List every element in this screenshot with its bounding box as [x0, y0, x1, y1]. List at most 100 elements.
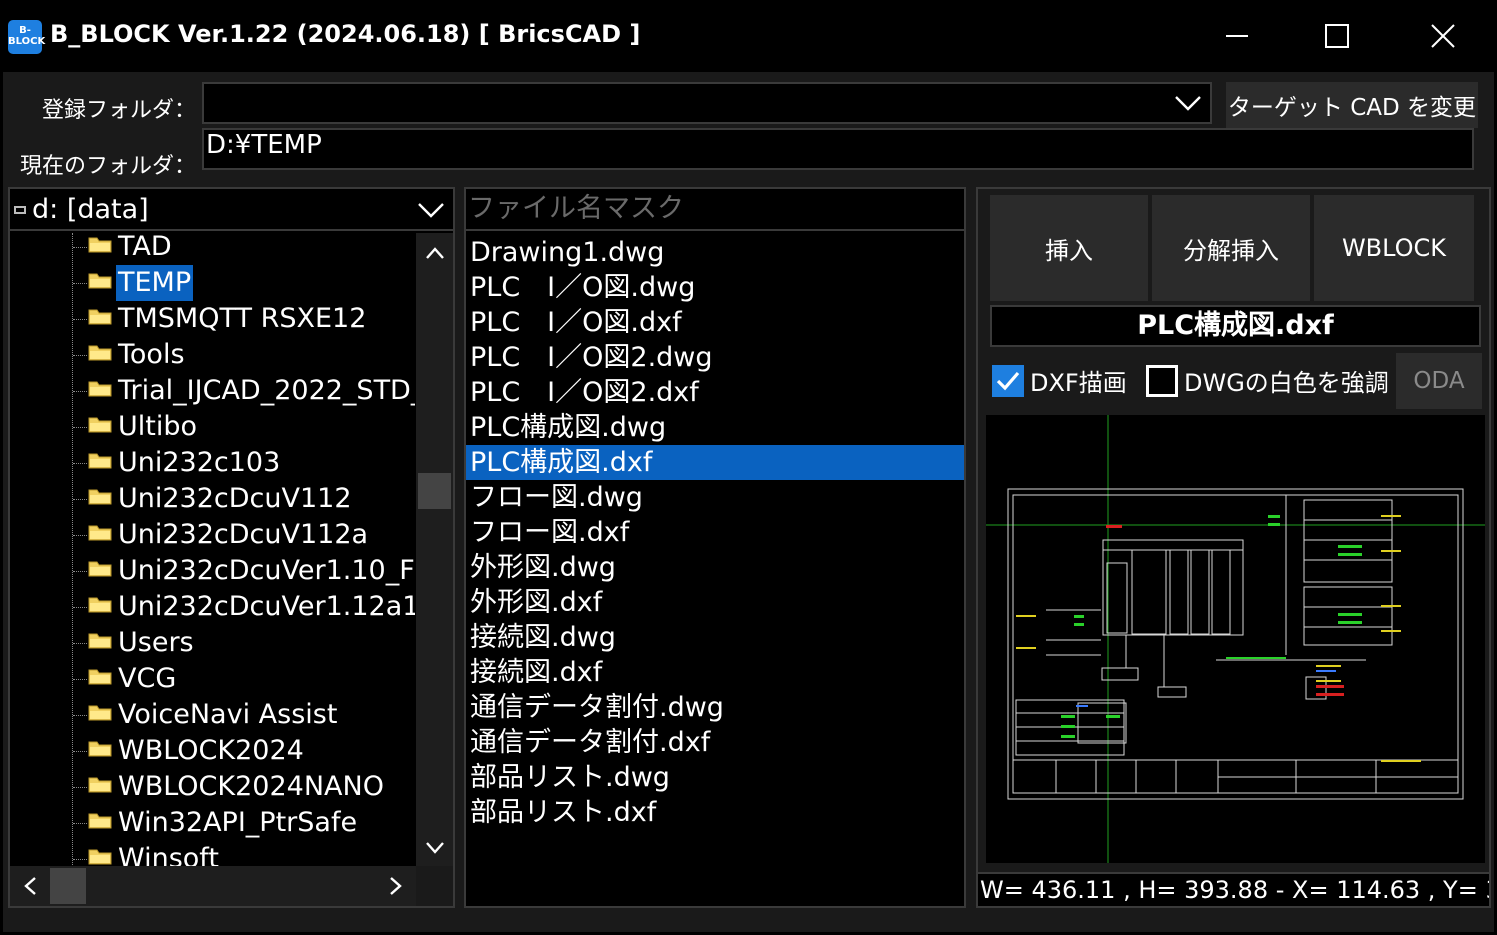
tree-item[interactable]: WBLOCK2024NANO: [10, 769, 415, 805]
scroll-left-button[interactable]: [10, 866, 50, 906]
tree-item[interactable]: Uni232cDcuV112: [10, 481, 415, 517]
close-button[interactable]: [1413, 8, 1473, 64]
insert-button[interactable]: 挿入: [990, 195, 1148, 301]
folder-icon: [88, 234, 112, 254]
tree-connector: [73, 715, 87, 716]
file-mask-input[interactable]: [466, 189, 964, 231]
tree-connector: [73, 247, 87, 248]
folder-icon: [88, 378, 112, 398]
maximize-button[interactable]: [1307, 8, 1367, 64]
file-list-item[interactable]: フロー図.dwg: [466, 480, 964, 515]
folder-icon: [88, 738, 112, 758]
current-folder-field[interactable]: D:¥TEMP: [202, 128, 1474, 170]
tree-item[interactable]: Uni232c103: [10, 445, 415, 481]
dwg-white-emphasis-checkbox[interactable]: DWGの白色を強調: [1146, 363, 1389, 398]
tree-item[interactable]: Uni232cDcuVer1.12a10.: [10, 589, 415, 625]
folder-tree[interactable]: TAD TEMP TMSMQTT RSXE12 Tools Trial_IJCAD_20…: [10, 233, 415, 866]
tree-item-label: VoiceNavi Assist: [118, 699, 338, 730]
folder-icon: [88, 702, 112, 722]
oda-button[interactable]: ODA: [1396, 353, 1482, 409]
drawing-preview[interactable]: [986, 415, 1485, 863]
tree-item[interactable]: Winsoft: [10, 841, 415, 866]
file-list-item[interactable]: PLC I／O図2.dwg: [466, 340, 964, 375]
tree-connector: [73, 571, 87, 572]
file-list-item[interactable]: PLC構成図.dxf: [466, 445, 964, 480]
tree-item-label: TEMP: [116, 265, 194, 301]
file-list-item[interactable]: PLC I／O図.dwg: [466, 270, 964, 305]
tree-horizontal-scrollbar[interactable]: [10, 866, 453, 906]
wblock-button[interactable]: WBLOCK: [1314, 195, 1474, 301]
file-list-item[interactable]: 接続図.dwg: [466, 620, 964, 655]
close-icon: [1431, 24, 1455, 48]
registered-folder-label: 登録フォルダ：: [42, 98, 197, 123]
file-list-item[interactable]: 外形図.dwg: [466, 550, 964, 585]
file-list-item[interactable]: フロー図.dxf: [466, 515, 964, 550]
tree-item[interactable]: VoiceNavi Assist: [10, 697, 415, 733]
chevron-up-icon: [425, 247, 444, 259]
file-list-panel: Drawing1.dwgPLC I／O図.dwgPLC I／O図.dxfPLC …: [464, 187, 966, 908]
tree-item-label: Uni232cDcuV112: [118, 483, 352, 514]
folder-icon: [88, 594, 112, 614]
scroll-right-button[interactable]: [376, 866, 416, 906]
file-list-item[interactable]: PLC構成図.dwg: [466, 410, 964, 445]
file-list-item[interactable]: 部品リスト.dxf: [466, 795, 964, 830]
scroll-thumb[interactable]: [418, 473, 451, 509]
tree-item[interactable]: TEMP: [10, 265, 415, 301]
file-list-item[interactable]: PLC I／O図.dxf: [466, 305, 964, 340]
tree-item[interactable]: Win32API_PtrSafe: [10, 805, 415, 841]
tree-item-label: VCG: [118, 663, 177, 694]
folder-icon: [88, 342, 112, 362]
tree-item-label: WBLOCK2024: [118, 735, 304, 766]
folder-tree-panel: d: [data] TAD TEMP TMSMQTT RSXE12 Tools Tria…: [8, 187, 455, 908]
tree-item-label: TAD: [118, 233, 172, 262]
tree-connector: [73, 643, 87, 644]
file-list-item[interactable]: 部品リスト.dwg: [466, 760, 964, 795]
tree-item[interactable]: Ultibo: [10, 409, 415, 445]
tree-item[interactable]: TMSMQTT RSXE12: [10, 301, 415, 337]
tree-item-label: TMSMQTT RSXE12: [118, 303, 367, 334]
minimize-button[interactable]: [1207, 8, 1267, 64]
selected-file-name: PLC構成図.dxf: [990, 305, 1481, 347]
file-list-item[interactable]: 接続図.dxf: [466, 655, 964, 690]
tree-item-label: Win32API_PtrSafe: [118, 807, 358, 838]
tree-connector: [73, 823, 87, 824]
minimize-icon: [1226, 35, 1248, 37]
file-list-item[interactable]: 外形図.dxf: [466, 585, 964, 620]
file-list-item[interactable]: PLC I／O図2.dxf: [466, 375, 964, 410]
folder-icon: [88, 306, 112, 326]
chevron-right-icon: [390, 877, 402, 895]
tree-item[interactable]: Uni232cDcuV112a: [10, 517, 415, 553]
explode-insert-button[interactable]: 分解挿入: [1152, 195, 1310, 301]
scroll-down-button[interactable]: [416, 829, 453, 866]
tree-item-label: Uni232cDcuV112a: [118, 519, 369, 550]
tree-item[interactable]: WBLOCK2024: [10, 733, 415, 769]
file-list-item[interactable]: 通信データ割付.dwg: [466, 690, 964, 725]
tree-item[interactable]: Uni232cDcuVer1.10_For: [10, 553, 415, 589]
file-list-item[interactable]: 通信データ割付.dxf: [466, 725, 964, 760]
file-list-item[interactable]: Drawing1.dwg: [466, 235, 964, 270]
tree-item[interactable]: VCG: [10, 661, 415, 697]
tree-vertical-scrollbar[interactable]: [416, 233, 453, 866]
registered-folder-combo[interactable]: [202, 82, 1212, 124]
tree-item-label: Uni232cDcuVer1.10_For: [118, 555, 415, 586]
scroll-up-button[interactable]: [416, 233, 453, 273]
change-target-cad-button[interactable]: ターゲット CAD を変更: [1226, 82, 1478, 128]
tree-connector: [73, 427, 87, 428]
cad-drawing-preview: [986, 415, 1485, 863]
tree-connector: [73, 751, 87, 752]
scroll-thumb[interactable]: [50, 868, 86, 904]
folder-icon: [88, 666, 112, 686]
folder-icon: [88, 270, 112, 290]
tree-connector: [73, 391, 87, 392]
tree-item[interactable]: TAD: [10, 233, 415, 265]
file-list[interactable]: Drawing1.dwg PLC I／O図.dwg PLC I／O図.dxf PLC …: [466, 235, 964, 906]
dxf-draw-label: DXF描画: [1030, 369, 1127, 397]
tree-item[interactable]: Tools: [10, 337, 415, 373]
tree-item[interactable]: Trial_IJCAD_2022_STD_: [10, 373, 415, 409]
dxf-draw-checkbox[interactable]: DXF描画: [992, 363, 1127, 398]
status-bar: W= 436.11 , H= 393.88 - X= 114.63 , Y= 3…: [978, 872, 1489, 906]
dwg-white-label: DWGの白色を強調: [1184, 369, 1389, 397]
tree-item[interactable]: Users: [10, 625, 415, 661]
checkbox-unchecked-icon: [1146, 364, 1178, 397]
drive-combo[interactable]: d: [data]: [10, 189, 453, 231]
